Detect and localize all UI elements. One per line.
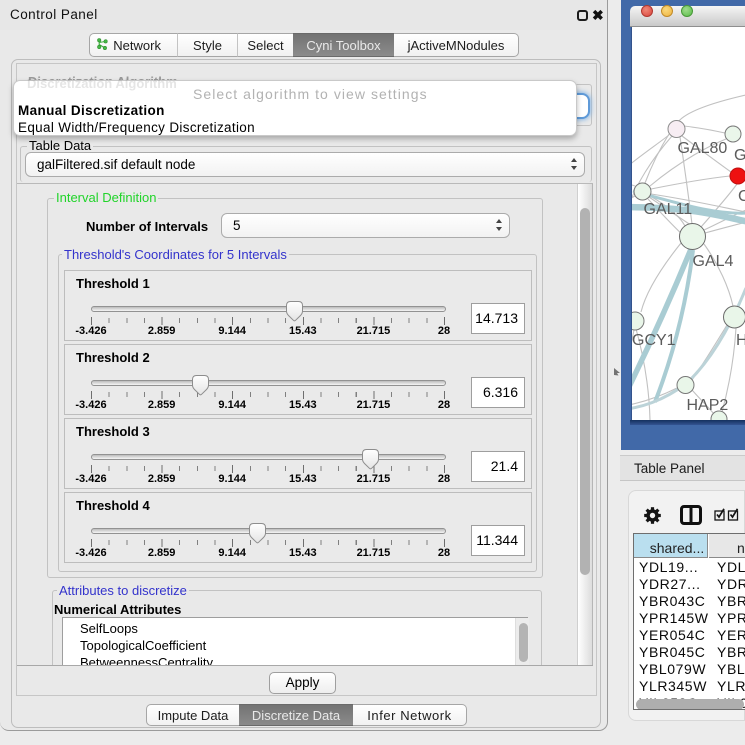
svg-text:GAL4: GAL4 [693,253,734,270]
svg-text:GAL11: GAL11 [644,201,693,218]
svg-text:H: H [736,332,745,349]
svg-text:GAL80: GAL80 [678,140,728,157]
svg-text:C: C [738,188,745,205]
svg-text:GA: GA [734,147,745,164]
svg-text:GCY1: GCY1 [632,332,676,349]
svg-text:HAP2: HAP2 [687,397,729,414]
